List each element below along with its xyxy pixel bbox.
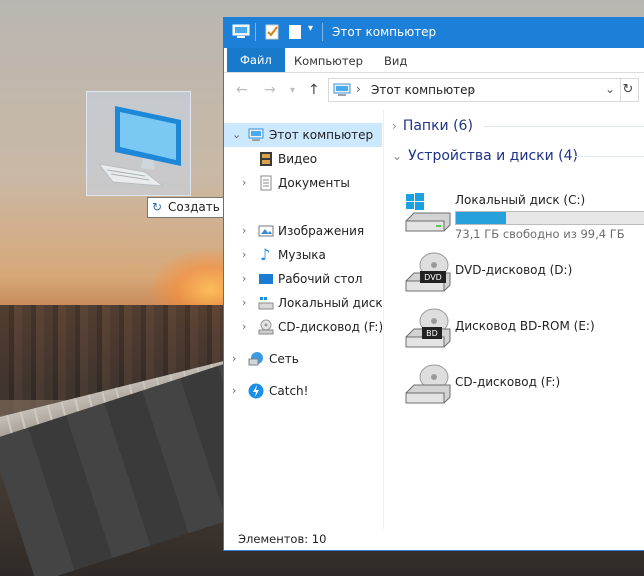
- link-arrow-icon: ↻: [152, 200, 163, 214]
- group-title: Папки (6): [402, 118, 473, 134]
- window-title: Этот компьютер: [332, 25, 437, 39]
- pictures-icon: [258, 225, 274, 237]
- nav-label: Этот компьютер: [269, 128, 374, 142]
- computer-icon: [333, 83, 351, 96]
- navigation-bar: ← → ▾ ↑ › Этот компьютер › ⌄ ↻: [224, 73, 644, 107]
- content-pane: › Папки (6) ⌄ Устройства и диски (4) Локал…: [384, 109, 644, 529]
- drive-name: Дисковод BD-ROM (E:): [455, 319, 595, 333]
- nav-item-pictures[interactable]: › Изображения: [224, 219, 382, 243]
- nav-item-desktop[interactable]: › Рабочий стол: [224, 267, 382, 291]
- back-arrow-icon[interactable]: ←: [236, 82, 248, 98]
- desktop-icon: [259, 274, 273, 284]
- music-icon: ♪: [260, 245, 271, 264]
- refresh-icon: ↻: [622, 82, 634, 97]
- nav-label: CD-дисковод (F:): [278, 320, 382, 334]
- cd-drive-icon: [405, 364, 451, 404]
- refresh-button[interactable]: ↻: [618, 78, 639, 102]
- cd-drive-icon: [258, 319, 274, 335]
- computer-icon: [248, 128, 264, 141]
- item-count: Элементов: 10: [238, 532, 327, 546]
- group-title: Устройства и диски (4): [408, 148, 578, 164]
- dragged-computer-shortcut[interactable]: [86, 91, 191, 196]
- explorer-window[interactable]: ▾ Этот компьютер Файл Компьютер Вид ← → …: [223, 17, 644, 551]
- tab-view[interactable]: Вид: [384, 51, 407, 72]
- tab-computer[interactable]: Компьютер: [294, 51, 363, 72]
- forward-arrow-icon[interactable]: →: [264, 82, 276, 98]
- bd-drive-icon: BD: [405, 308, 451, 348]
- collapse-chevron-icon[interactable]: ⌄: [392, 149, 402, 163]
- breadcrumb-chevron-icon[interactable]: ›: [356, 82, 361, 96]
- collapse-chevron-icon[interactable]: ⌄: [232, 123, 241, 147]
- local-disk-icon: [258, 297, 274, 310]
- group-folders-header[interactable]: › Папки (6): [392, 115, 473, 137]
- nav-label: Видео: [278, 152, 318, 166]
- dvd-badge: DVD: [424, 273, 442, 282]
- group-divider: [484, 126, 644, 127]
- windows-drive-icon: [405, 193, 451, 232]
- expand-chevron-icon[interactable]: ›: [242, 291, 246, 315]
- title-bar[interactable]: ▾ Этот компьютер: [224, 17, 644, 48]
- expand-chevron-icon[interactable]: ›: [392, 119, 397, 133]
- bd-badge: BD: [426, 329, 438, 338]
- expand-chevron-icon[interactable]: ›: [242, 219, 246, 243]
- drive-local-c[interactable]: Локальный диск (C:) 73,1 ГБ свободно из …: [404, 191, 644, 241]
- nav-item-catch[interactable]: › Catch!: [224, 379, 382, 403]
- recent-locations-dropdown-icon[interactable]: ▾: [290, 85, 295, 96]
- drive-cd-f[interactable]: CD-дисковод (F:): [404, 363, 644, 413]
- qa-separator: [255, 23, 256, 41]
- video-icon: [260, 152, 272, 166]
- tab-file[interactable]: Файл: [227, 48, 285, 72]
- group-divider: [574, 156, 644, 157]
- breadcrumb-this-pc[interactable]: Этот компьютер: [371, 83, 475, 97]
- nav-item-cd-drive[interactable]: › CD-дисковод (F:): [224, 315, 382, 339]
- drive-dvd-d[interactable]: DVD DVD-дисковод (D:): [404, 251, 644, 301]
- drive-name: DVD-дисковод (D:): [455, 263, 573, 277]
- nav-item-music[interactable]: › ♪ Музыка: [224, 243, 382, 267]
- drive-bd-e[interactable]: BD Дисковод BD-ROM (E:): [404, 307, 644, 357]
- nav-item-video[interactable]: Видео: [224, 147, 382, 171]
- group-devices-header[interactable]: ⌄ Устройства и диски (4): [392, 145, 578, 167]
- drive-name: Локальный диск (C:): [455, 193, 586, 207]
- drive-name: CD-дисковод (F:): [455, 375, 561, 389]
- nav-item-documents[interactable]: › Документы: [224, 171, 382, 195]
- nav-label: Рабочий стол: [278, 272, 363, 286]
- catch-icon: [248, 383, 264, 399]
- expand-chevron-icon[interactable]: ›: [232, 379, 236, 403]
- computer-icon: [97, 106, 181, 186]
- qa-separator: [322, 23, 323, 41]
- expand-chevron-icon[interactable]: ›: [232, 347, 236, 371]
- nav-label: Локальный диск (C: [278, 296, 382, 310]
- nav-item-local-disk[interactable]: › Локальный диск (C: [224, 291, 382, 315]
- drive-usage-bar: [455, 211, 644, 225]
- ribbon: Файл Компьютер Вид: [224, 48, 644, 73]
- address-dropdown-icon[interactable]: ⌄: [605, 82, 615, 96]
- new-folder-icon[interactable]: [288, 23, 302, 41]
- network-icon: [248, 352, 263, 366]
- nav-label: Сеть: [269, 352, 299, 366]
- drive-usage-fill: [456, 212, 506, 224]
- expand-chevron-icon[interactable]: ›: [242, 171, 246, 195]
- nav-item-network[interactable]: › Сеть: [224, 347, 382, 371]
- computer-icon: [232, 24, 250, 38]
- up-arrow-icon[interactable]: ↑: [308, 82, 320, 98]
- expand-chevron-icon[interactable]: ›: [242, 315, 246, 339]
- quick-access-dropdown-icon[interactable]: ▾: [308, 23, 313, 41]
- nav-label: Catch!: [269, 384, 309, 398]
- navigation-pane: ⌄ Этот компьютер Видео › Документы › Изо…: [224, 109, 382, 509]
- drive-free-space: 73,1 ГБ свободно из 99,4 ГБ: [455, 227, 625, 241]
- documents-icon: [260, 175, 272, 191]
- nav-item-this-pc[interactable]: ⌄ Этот компьютер: [224, 123, 382, 147]
- nav-label: Музыка: [278, 248, 326, 262]
- dvd-drive-icon: DVD: [405, 252, 451, 292]
- nav-label: Изображения: [278, 224, 365, 238]
- properties-icon[interactable]: [264, 23, 280, 41]
- nav-label: Документы: [278, 176, 350, 190]
- address-bar[interactable]: › Этот компьютер › ⌄: [328, 78, 621, 102]
- expand-chevron-icon[interactable]: ›: [242, 267, 246, 291]
- breadcrumb-chevron-icon[interactable]: ›: [470, 82, 475, 96]
- expand-chevron-icon[interactable]: ›: [242, 243, 246, 267]
- status-bar: Элементов: 10: [224, 529, 644, 550]
